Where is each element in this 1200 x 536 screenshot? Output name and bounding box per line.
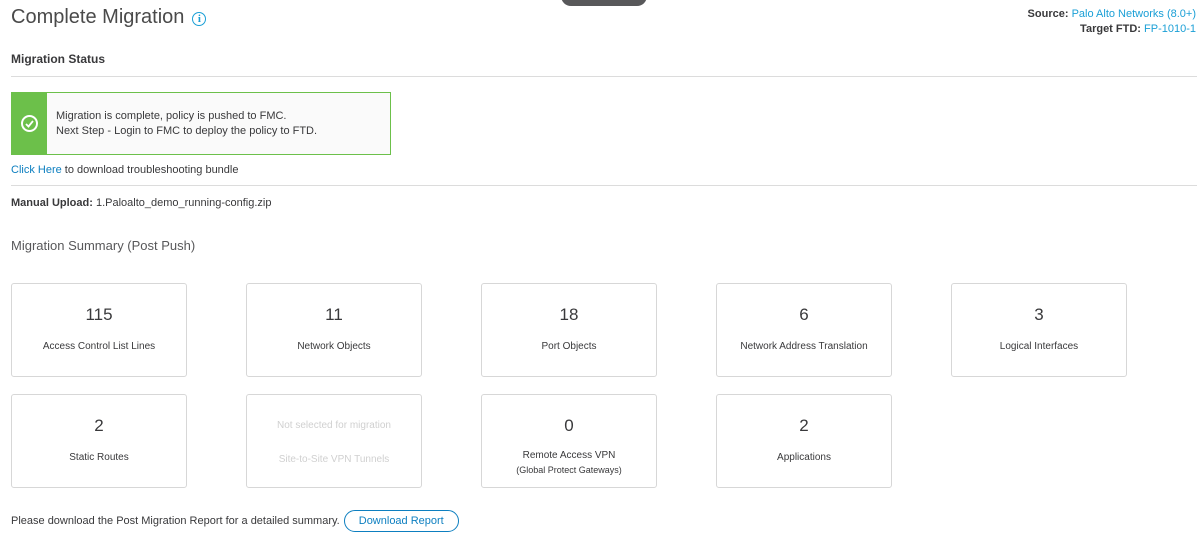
card-value: 115 xyxy=(85,305,113,324)
card-sublabel: (Global Protect Gateways) xyxy=(516,465,622,475)
troubleshooting-line: Click Here to download troubleshooting b… xyxy=(11,164,238,176)
card-label: Network Objects xyxy=(297,341,371,352)
summary-card-port-objects: 18 Port Objects xyxy=(481,283,657,377)
migration-meta: Source: Palo Alto Networks (8.0+) Target… xyxy=(1028,7,1196,37)
card-label: Remote Access VPN xyxy=(522,450,616,461)
click-here-link[interactable]: Click Here xyxy=(11,164,62,176)
card-value: 11 xyxy=(325,305,343,324)
success-icon xyxy=(12,93,47,154)
summary-card-s2s-vpn: Not selected for migration Site-to-Site … xyxy=(246,394,422,488)
top-collapse-tab[interactable] xyxy=(561,0,647,6)
target-label: Target FTD: xyxy=(1080,23,1141,35)
target-value: FP-1010-1 xyxy=(1144,23,1196,35)
card-value: 0 xyxy=(564,416,574,435)
source-value: Palo Alto Networks (8.0+) xyxy=(1071,8,1196,20)
info-icon[interactable]: i xyxy=(192,11,207,26)
summary-card-static-routes: 2 Static Routes xyxy=(11,394,187,488)
summary-card-ra-vpn: 0 Remote Access VPN (Global Protect Gate… xyxy=(481,394,657,488)
card-label: Port Objects xyxy=(541,341,597,352)
report-footer: Please download the Post Migration Repor… xyxy=(11,510,459,532)
summary-card-applications: 2 Applications xyxy=(716,394,892,488)
manual-upload-file: 1.Paloalto_demo_running-config.zip xyxy=(92,197,272,209)
manual-upload-line: Manual Upload: 1.Paloalto_demo_running-c… xyxy=(11,197,271,209)
card-value: 6 xyxy=(799,305,809,324)
card-value: Not selected for migration xyxy=(277,420,391,431)
page-title: Complete Migration xyxy=(11,6,185,28)
alert-line-2: Next Step - Login to FMC to deploy the p… xyxy=(56,125,318,137)
divider xyxy=(11,185,1197,186)
card-value: 2 xyxy=(799,416,809,435)
migration-summary-heading: Migration Summary (Post Push) xyxy=(11,238,196,253)
card-label: Logical Interfaces xyxy=(999,341,1079,352)
alert-line-1: Migration is complete, policy is pushed … xyxy=(56,110,287,122)
card-label: Site-to-Site VPN Tunnels xyxy=(278,454,390,465)
card-value: 2 xyxy=(94,416,104,435)
download-report-button[interactable]: Download Report xyxy=(343,510,459,532)
card-label: Access Control List Lines xyxy=(42,341,156,352)
summary-card-logical-interfaces: 3 Logical Interfaces xyxy=(951,283,1127,377)
source-label: Source: xyxy=(1027,8,1069,20)
card-label: Applications xyxy=(777,452,831,463)
summary-card-network-objects: 11 Network Objects xyxy=(246,283,422,377)
card-value: 18 xyxy=(559,305,579,324)
summary-card-acl: 115 Access Control List Lines xyxy=(11,283,187,377)
card-label: Network Address Translation xyxy=(740,341,868,352)
migration-status-heading: Migration Status xyxy=(11,52,106,66)
page-title-row: Complete Migration i xyxy=(11,6,207,29)
summary-card-nat: 6 Network Address Translation xyxy=(716,283,892,377)
success-alert: Migration is complete, policy is pushed … xyxy=(11,92,391,155)
card-value: 3 xyxy=(1034,305,1044,324)
manual-upload-label: Manual Upload: xyxy=(11,197,93,209)
card-label: Static Routes xyxy=(69,452,129,463)
report-text: Please download the Post Migration Repor… xyxy=(11,515,340,527)
troubleshooting-text: to download troubleshooting bundle xyxy=(61,164,239,176)
divider xyxy=(11,76,1197,77)
